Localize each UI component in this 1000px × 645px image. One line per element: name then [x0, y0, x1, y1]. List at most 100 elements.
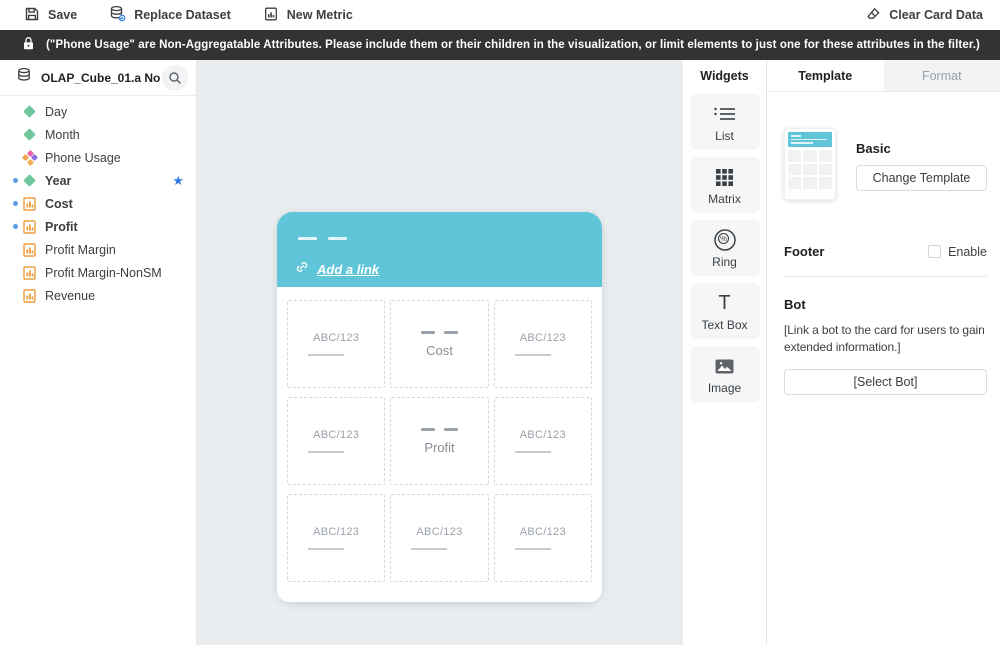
tile-attribute-placeholder[interactable]: ABC/123 [287, 397, 385, 485]
template-thumbnail[interactable] [784, 128, 836, 200]
metric-icon [23, 243, 45, 257]
in-use-dot [13, 224, 18, 229]
card-body: ABC/123 Cost ABC/123 ABC/123 Pro [277, 287, 602, 602]
dataset-item-year[interactable]: Year ★ [0, 169, 196, 192]
save-label: Save [48, 8, 77, 22]
clear-card-data-label: Clear Card Data [889, 8, 983, 22]
metric-icon [23, 197, 45, 211]
text-box-icon: T [690, 291, 760, 315]
image-icon [690, 354, 760, 378]
dataset-item-day[interactable]: Day [0, 100, 196, 123]
new-metric-icon [263, 6, 279, 25]
card-preview[interactable]: Add a link ABC/123 Cost ABC/123 ABC/123 [277, 212, 602, 602]
change-template-button[interactable]: Change Template [856, 165, 987, 191]
dataset-item-month[interactable]: Month [0, 123, 196, 146]
footer-label: Footer [784, 244, 928, 259]
compound-attribute-icon [23, 151, 45, 165]
eraser-icon [865, 6, 881, 25]
widget-text-box[interactable]: T Text Box [690, 283, 760, 339]
tile-metric-label: Cost [426, 343, 453, 358]
dataset-item-label: Profit Margin [45, 243, 116, 257]
widget-list[interactable]: List [690, 94, 760, 150]
dataset-item-profit-margin-nonsm[interactable]: Profit Margin-NonSM [0, 261, 196, 284]
new-metric-label: New Metric [287, 8, 353, 22]
tile-attribute-placeholder[interactable]: ABC/123 [494, 494, 592, 582]
list-icon [690, 102, 760, 126]
card-editor-canvas: Add a link ABC/123 Cost ABC/123 ABC/123 [197, 60, 683, 645]
add-link-label: Add a link [317, 262, 379, 277]
search-button[interactable] [162, 65, 188, 91]
attribute-icon [23, 107, 45, 116]
main-content: OLAP_Cube_01.a No Par P... Day Month [0, 60, 1000, 645]
select-bot-button[interactable]: [Select Bot] [784, 369, 987, 395]
tile-metric-cost[interactable]: Cost [390, 300, 488, 388]
tile-attribute-placeholder[interactable]: ABC/123 [494, 300, 592, 388]
template-thumbnail-header [788, 132, 832, 147]
top-toolbar: Save Replace Dataset New Me [0, 0, 1000, 30]
star-icon[interactable]: ★ [172, 174, 184, 187]
widget-label: Image [690, 381, 760, 395]
dataset-item-profit-margin[interactable]: Profit Margin [0, 238, 196, 261]
dataset-item-label: Day [45, 105, 67, 119]
tile-attribute-placeholder[interactable]: ABC/123 [390, 494, 488, 582]
metric-icon [23, 220, 45, 234]
bot-label: Bot [784, 297, 987, 312]
widget-image[interactable]: Image [690, 346, 760, 402]
tile-metric-profit[interactable]: Profit [390, 397, 488, 485]
tile-attribute-placeholder[interactable]: ABC/123 [494, 397, 592, 485]
in-use-dot [13, 178, 18, 183]
database-refresh-icon [109, 5, 126, 25]
dataset-item-profit[interactable]: Profit [0, 215, 196, 238]
add-link-button[interactable]: Add a link [295, 260, 379, 279]
dataset-panel: OLAP_Cube_01.a No Par P... Day Month [0, 60, 197, 645]
tile-attribute-placeholder[interactable]: ABC/123 [287, 300, 385, 388]
new-metric-button[interactable]: New Metric [263, 6, 353, 25]
dataset-icon [16, 67, 32, 88]
metric-icon [23, 289, 45, 303]
footer-enable-toggle[interactable]: Enable [928, 245, 987, 259]
widget-ring[interactable]: % Ring [690, 220, 760, 276]
section-divider [784, 276, 987, 277]
bot-description: [Link a bot to the card for users to gai… [784, 322, 987, 357]
tab-template[interactable]: Template [767, 60, 884, 91]
widget-label: Text Box [690, 318, 760, 332]
dataset-item-cost[interactable]: Cost [0, 192, 196, 215]
lock-icon [22, 36, 35, 54]
template-name: Basic [856, 141, 987, 156]
dataset-item-label: Cost [45, 197, 73, 211]
widget-label: Ring [690, 255, 760, 269]
dataset-item-label: Year [45, 174, 71, 188]
dataset-item-label: Revenue [45, 289, 95, 303]
tile-metric-label: Profit [424, 440, 454, 455]
widget-matrix[interactable]: Matrix [690, 157, 760, 213]
dataset-item-list: Day Month Phone Usage Year ★ [0, 96, 196, 307]
replace-dataset-label: Replace Dataset [134, 8, 231, 22]
header-title-placeholder [298, 237, 347, 240]
dataset-item-label: Month [45, 128, 80, 142]
card-header[interactable]: Add a link [277, 212, 602, 287]
in-use-dot [13, 201, 18, 206]
footer-enable-checkbox[interactable] [928, 245, 941, 258]
save-button[interactable]: Save [24, 6, 77, 25]
footer-section: Footer Enable [784, 244, 987, 259]
settings-panel: Template Format B [767, 60, 1000, 645]
dataset-panel-header: OLAP_Cube_01.a No Par P... [0, 60, 196, 96]
widget-label: List [690, 129, 760, 143]
save-icon [24, 6, 40, 25]
tile-attribute-placeholder[interactable]: ABC/123 [287, 494, 385, 582]
dataset-item-revenue[interactable]: Revenue [0, 284, 196, 307]
attribute-icon [23, 130, 45, 139]
attribute-icon [23, 176, 45, 185]
clear-card-data-button[interactable]: Clear Card Data [865, 6, 983, 25]
dataset-item-phone-usage[interactable]: Phone Usage [0, 146, 196, 169]
svg-text:%: % [720, 234, 727, 243]
template-section: Basic Change Template [784, 128, 987, 200]
widget-label: Matrix [690, 192, 760, 206]
metric-icon [23, 266, 45, 280]
dataset-item-label: Profit Margin-NonSM [45, 266, 162, 280]
widgets-rail: Widgets List [683, 60, 767, 645]
dataset-item-label: Phone Usage [45, 151, 121, 165]
widgets-title: Widgets [683, 69, 766, 83]
tab-format[interactable]: Format [884, 60, 1000, 91]
replace-dataset-button[interactable]: Replace Dataset [109, 5, 231, 25]
